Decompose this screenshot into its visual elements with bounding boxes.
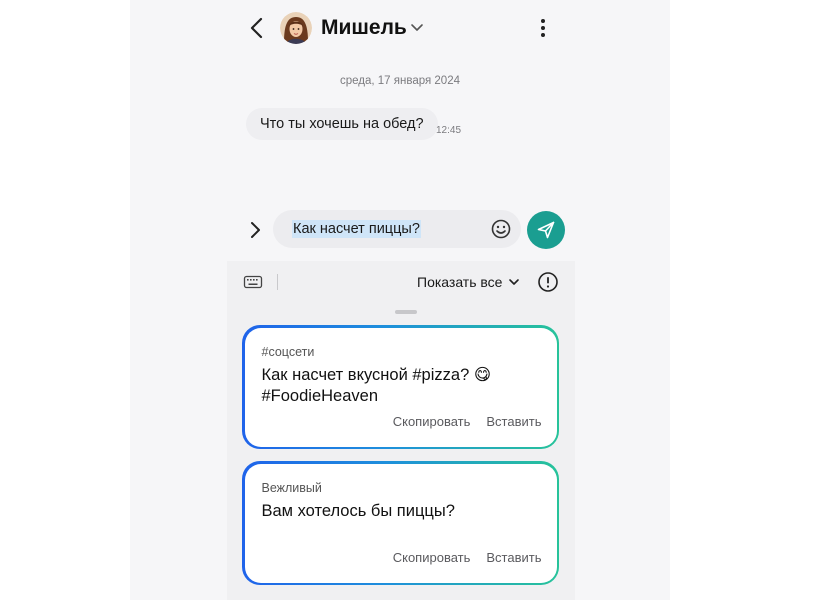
send-icon: [537, 221, 555, 239]
message-bubble[interactable]: Что ты хочешь на обед?: [246, 108, 438, 140]
avatar[interactable]: [280, 12, 312, 44]
toolbar-divider: [277, 274, 278, 290]
suggestion-card[interactable]: #соцсети Как насчет вкусной #pizza? 😋 #F…: [242, 325, 559, 449]
keyboard-icon: [243, 275, 263, 289]
emoji-button[interactable]: [490, 218, 512, 240]
suggestion-tag: Вежливый: [261, 480, 322, 495]
back-chevron-icon: [250, 17, 263, 39]
info-icon: [538, 272, 558, 292]
suggestion-text: Как насчет вкусной #pizza? 😋 #FoodieHeav…: [261, 365, 492, 405]
contact-name[interactable]: Мишель: [321, 14, 407, 42]
chevron-down-icon[interactable]: [409, 19, 425, 35]
chevron-down-icon[interactable]: [507, 275, 521, 289]
date-separator: среда, 17 января 2024: [340, 75, 460, 87]
chevron-right-icon: [251, 222, 260, 238]
contact-avatar-image: [280, 12, 312, 44]
drag-handle[interactable]: [395, 310, 417, 314]
copy-button[interactable]: Скопировать: [393, 414, 471, 429]
keyboard-button[interactable]: [243, 272, 263, 292]
message-timestamp: 12:45: [436, 125, 462, 136]
expand-options-button[interactable]: [244, 218, 266, 242]
copy-button[interactable]: Скопировать: [393, 550, 471, 565]
show-all-dropdown[interactable]: Показать все: [417, 273, 502, 291]
smiley-icon: [491, 219, 511, 239]
message-input[interactable]: Как насчет пиццы?: [273, 210, 521, 248]
suggestion-card[interactable]: Вежливый Вам хотелось бы пиццы? Скопиров…: [242, 461, 559, 585]
suggestion-text: Вам хотелось бы пиццы?: [261, 501, 455, 520]
send-button[interactable]: [527, 211, 565, 249]
more-vertical-icon: [541, 19, 545, 37]
more-options-button[interactable]: [532, 16, 554, 40]
back-button[interactable]: [244, 14, 270, 42]
insert-button[interactable]: Вставить: [486, 414, 541, 429]
suggestion-tag: #соцсети: [261, 344, 315, 359]
message-input-text[interactable]: Как насчет пиццы?: [292, 220, 421, 238]
info-button[interactable]: [537, 271, 559, 293]
message-text: Что ты хочешь на обед?: [260, 116, 424, 132]
insert-button[interactable]: Вставить: [486, 550, 541, 565]
